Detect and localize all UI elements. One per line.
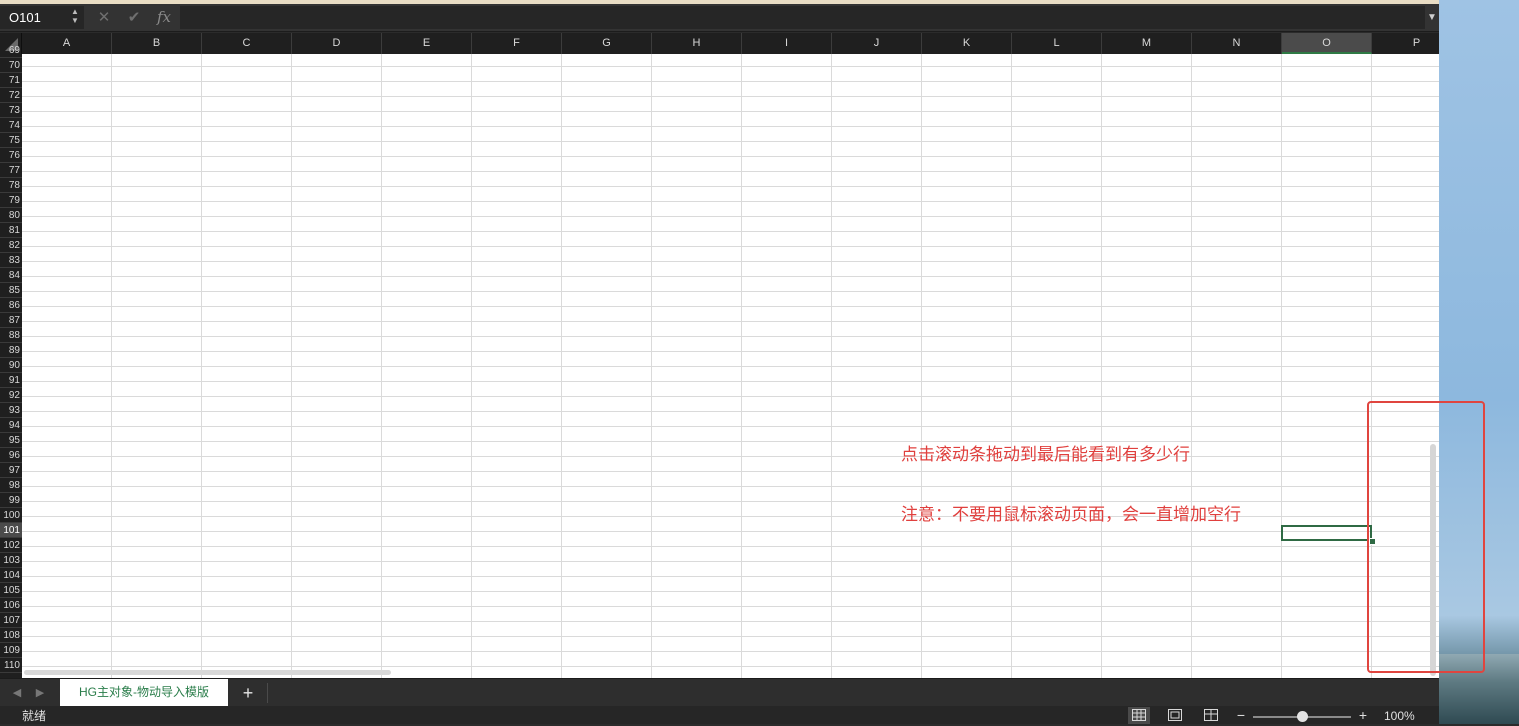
column-header-f[interactable]: F	[472, 33, 562, 54]
row-header-92[interactable]: 92	[0, 388, 22, 403]
row-header-70[interactable]: 70	[0, 58, 22, 73]
row-header-83[interactable]: 83	[0, 253, 22, 268]
previous-sheet-icon[interactable]: ◀	[9, 685, 25, 701]
row-header-107[interactable]: 107	[0, 613, 22, 628]
page-layout-view-icon[interactable]	[1164, 707, 1186, 724]
cancel-icon[interactable]: ✕	[93, 7, 115, 28]
row-header-74[interactable]: 74	[0, 118, 22, 133]
row-header-76[interactable]: 76	[0, 148, 22, 163]
row-header-88[interactable]: 88	[0, 328, 22, 343]
normal-view-icon[interactable]	[1128, 707, 1150, 724]
row-header-81[interactable]: 81	[0, 223, 22, 238]
row-header-91[interactable]: 91	[0, 373, 22, 388]
column-header-i[interactable]: I	[742, 33, 832, 54]
row-header-102[interactable]: 102	[0, 538, 22, 553]
row-header-106[interactable]: 106	[0, 598, 22, 613]
worksheet[interactable]: ABCDEFGHIJKLMNOP 69 70 71 72 73 74 75 76 77 78 79 8…	[0, 33, 1439, 678]
zoom-slider-knob[interactable]	[1297, 711, 1308, 722]
zoom-level: 100%	[1384, 709, 1415, 723]
row-header-89[interactable]: 89	[0, 343, 22, 358]
formula-expand-icon[interactable]: ▼	[1425, 6, 1439, 29]
column-header-e[interactable]: E	[382, 33, 472, 54]
column-header-j[interactable]: J	[832, 33, 922, 54]
zoom-in-button[interactable]: +	[1356, 706, 1370, 724]
active-cell[interactable]	[1281, 525, 1372, 541]
row-header-84[interactable]: 84	[0, 268, 22, 283]
column-header-l[interactable]: L	[1012, 33, 1102, 54]
row-header-95[interactable]: 95	[0, 433, 22, 448]
formula-bar: O101 ▲ ▼ ✕ ✔ fx ▼	[0, 4, 1439, 32]
name-box-stepper-icon[interactable]: ▲ ▼	[69, 7, 81, 27]
annotation-warning: 注意：不要用鼠标滚动页面，会一直增加空行	[901, 505, 1241, 524]
status-bar: 就绪 − + 100%	[0, 706, 1439, 724]
column-header-b[interactable]: B	[112, 33, 202, 54]
column-header-a[interactable]: A	[22, 33, 112, 54]
formula-input[interactable]	[180, 6, 1425, 29]
insert-function-icon[interactable]: fx	[153, 7, 175, 28]
scrollbar-highlight-box	[1367, 401, 1485, 673]
row-header-77[interactable]: 77	[0, 163, 22, 178]
row-header-110[interactable]: 110	[0, 658, 22, 673]
zoom-out-button[interactable]: −	[1234, 706, 1248, 724]
row-header-100[interactable]: 100	[0, 508, 22, 523]
row-header-82[interactable]: 82	[0, 238, 22, 253]
row-header-85[interactable]: 85	[0, 283, 22, 298]
page-break-view-icon[interactable]	[1200, 707, 1222, 724]
row-header-75[interactable]: 75	[0, 133, 22, 148]
row-header-109[interactable]: 109	[0, 643, 22, 658]
row-headers: 69 70 71 72 73 74 75 76 77 78 79 80 81 82 83 84 85 86 87 88…	[0, 45, 22, 678]
column-header-h[interactable]: H	[652, 33, 742, 54]
row-header-71[interactable]: 71	[0, 73, 22, 88]
row-header-97[interactable]: 97	[0, 463, 22, 478]
column-header-g[interactable]: G	[562, 33, 652, 54]
row-header-98[interactable]: 98	[0, 478, 22, 493]
row-header-partial[interactable]: 69	[0, 43, 22, 58]
column-header-o[interactable]: O	[1282, 33, 1372, 54]
column-header-p[interactable]: P	[1372, 33, 1439, 54]
column-headers: ABCDEFGHIJKLMNOP	[22, 33, 1439, 54]
add-sheet-button[interactable]: +	[238, 681, 258, 705]
row-header-90[interactable]: 90	[0, 358, 22, 373]
cell-grid[interactable]	[22, 54, 1439, 678]
status-ready: 就绪	[22, 709, 47, 723]
column-header-d[interactable]: D	[292, 33, 382, 54]
row-header-72[interactable]: 72	[0, 88, 22, 103]
row-header-104[interactable]: 104	[0, 568, 22, 583]
horizontal-scrollbar[interactable]	[24, 670, 391, 675]
row-header-78[interactable]: 78	[0, 178, 22, 193]
row-header-99[interactable]: 99	[0, 493, 22, 508]
row-header-73[interactable]: 73	[0, 103, 22, 118]
row-header-94[interactable]: 94	[0, 418, 22, 433]
column-header-m[interactable]: M	[1102, 33, 1192, 54]
sheet-tab-bar: ◀ ▶ HG主对象-物动导入模版 +	[0, 678, 1439, 707]
sheet-tab-active[interactable]: HG主对象-物动导入模版	[60, 679, 228, 706]
column-header-n[interactable]: N	[1192, 33, 1282, 54]
column-header-c[interactable]: C	[202, 33, 292, 54]
row-header-103[interactable]: 103	[0, 553, 22, 568]
row-header-101[interactable]: 101	[0, 523, 22, 538]
annotation-scroll-hint: 点击滚动条拖动到最后能看到有多少行	[901, 445, 1190, 464]
row-header-93[interactable]: 93	[0, 403, 22, 418]
row-header-79[interactable]: 79	[0, 193, 22, 208]
column-header-k[interactable]: K	[922, 33, 1012, 54]
row-header-86[interactable]: 86	[0, 298, 22, 313]
row-header-96[interactable]: 96	[0, 448, 22, 463]
tab-divider	[267, 683, 268, 703]
row-header-80[interactable]: 80	[0, 208, 22, 223]
row-header-105[interactable]: 105	[0, 583, 22, 598]
row-header-87[interactable]: 87	[0, 313, 22, 328]
next-sheet-icon[interactable]: ▶	[32, 685, 48, 701]
row-header-108[interactable]: 108	[0, 628, 22, 643]
confirm-icon[interactable]: ✔	[123, 7, 145, 28]
